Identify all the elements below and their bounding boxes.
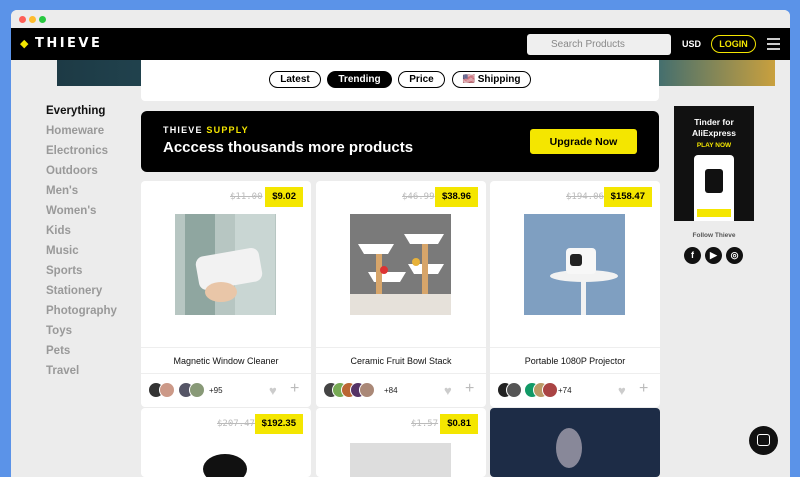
sale-price: $9.02 xyxy=(265,187,303,207)
category-travel[interactable]: Travel xyxy=(46,361,117,381)
original-price: $11.00 xyxy=(230,192,263,202)
sidebar-ad[interactable]: Tinder for AliExpress PLAY NOW xyxy=(674,106,754,221)
product-card[interactable]: $207.47 $192.35 xyxy=(141,408,311,477)
avatar xyxy=(542,382,558,398)
category-stationery[interactable]: Stationery xyxy=(46,281,117,301)
product-title[interactable]: Magnetic Window Cleaner xyxy=(141,347,311,366)
filter-shipping[interactable]: 🇺🇸 Shipping xyxy=(452,71,531,88)
product-card[interactable]: $46.99 $38.96 Ceramic Fruit Bowl Stack +… xyxy=(316,181,486,407)
category-photography[interactable]: Photography xyxy=(46,301,117,321)
product-image[interactable] xyxy=(524,214,625,315)
sale-price: $192.35 xyxy=(254,414,303,434)
category-kids[interactable]: Kids xyxy=(46,221,117,241)
watch-image xyxy=(705,169,723,193)
facebook-icon[interactable]: f xyxy=(684,247,701,264)
close-window-button[interactable] xyxy=(19,16,26,23)
filter-bar: Latest Trending Price 🇺🇸 Shipping xyxy=(141,60,659,101)
product-card[interactable]: $1.57 $0.81 xyxy=(316,408,486,477)
window-titlebar xyxy=(11,10,790,28)
avatar xyxy=(159,382,175,398)
hero-image-strip-right xyxy=(650,60,775,86)
product-image[interactable] xyxy=(175,214,276,315)
category-music[interactable]: Music xyxy=(46,241,117,261)
filter-latest[interactable]: Latest xyxy=(269,71,321,88)
filter-trending[interactable]: Trending xyxy=(327,71,392,88)
heart-icon[interactable]: ♥ xyxy=(269,383,277,398)
minimize-window-button[interactable] xyxy=(29,16,36,23)
plus-icon[interactable]: + xyxy=(465,380,474,398)
search-input[interactable] xyxy=(527,34,671,55)
supply-banner: THIEVE SUPPLY Acccess thousands more pro… xyxy=(141,111,659,172)
heart-icon[interactable]: ♥ xyxy=(444,383,452,398)
category-mens[interactable]: Men's xyxy=(46,181,117,201)
currency-selector[interactable]: USD xyxy=(682,39,701,49)
original-price: $194.06 xyxy=(566,192,604,202)
banner-headline: Acccess thousands more products xyxy=(163,139,414,156)
filter-price[interactable]: Price xyxy=(398,71,445,88)
ad-cta[interactable]: PLAY NOW xyxy=(674,142,754,149)
sale-price: $158.47 xyxy=(603,187,652,207)
ad-line2: AliExpress xyxy=(692,128,736,138)
brand-name: THIEVE xyxy=(34,36,103,51)
category-homeware[interactable]: Homeware xyxy=(46,121,117,141)
saver-count: +74 xyxy=(558,386,572,395)
instagram-icon[interactable]: ◎ xyxy=(726,247,743,264)
product-image[interactable] xyxy=(556,428,582,468)
original-price: $46.99 xyxy=(402,192,435,202)
category-toys[interactable]: Toys xyxy=(46,321,117,341)
chat-icon xyxy=(757,434,770,446)
category-electronics[interactable]: Electronics xyxy=(46,141,117,161)
follow-label: Follow Thieve xyxy=(692,232,736,239)
ad-line1: Tinder for xyxy=(694,117,734,127)
hamburger-menu-icon[interactable] xyxy=(767,38,780,50)
phone-mockup xyxy=(694,155,734,221)
avatar xyxy=(506,382,522,398)
category-womens[interactable]: Women's xyxy=(46,201,117,221)
plus-icon[interactable]: + xyxy=(639,380,648,398)
upgrade-now-button[interactable]: Upgrade Now xyxy=(530,129,637,154)
plus-icon[interactable]: + xyxy=(290,380,299,398)
ad-phone-button xyxy=(697,209,731,217)
product-footer: +95 ♥ + xyxy=(141,373,311,407)
product-title[interactable]: Ceramic Fruit Bowl Stack xyxy=(316,347,486,366)
heart-icon[interactable]: ♥ xyxy=(618,383,626,398)
product-card[interactable]: $194.06 $158.47 Portable 1080P Projector… xyxy=(490,181,660,407)
product-image[interactable] xyxy=(350,214,451,315)
category-pets[interactable]: Pets xyxy=(46,341,117,361)
product-footer: +84 ♥ + xyxy=(316,373,486,407)
banner-brand: THIEVE SUPPLY xyxy=(163,125,249,135)
product-footer: +74 ♥ + xyxy=(490,373,660,407)
product-image[interactable] xyxy=(203,454,247,477)
product-title[interactable]: Portable 1080P Projector xyxy=(490,347,660,366)
category-sidebar: Everything Homeware Electronics Outdoors… xyxy=(46,101,117,381)
maximize-window-button[interactable] xyxy=(39,16,46,23)
product-image[interactable] xyxy=(350,443,451,477)
category-outdoors[interactable]: Outdoors xyxy=(46,161,117,181)
sale-price: $0.81 xyxy=(440,414,478,434)
original-price: $207.47 xyxy=(217,419,255,429)
login-button[interactable]: LOGIN xyxy=(711,35,756,53)
product-card[interactable] xyxy=(490,408,660,477)
chat-bubble-button[interactable] xyxy=(749,426,778,455)
youtube-icon[interactable]: ▶ xyxy=(705,247,722,264)
sale-price: $38.96 xyxy=(434,187,478,207)
category-sports[interactable]: Sports xyxy=(46,261,117,281)
top-navbar: ◆THIEVE USD LOGIN xyxy=(11,28,790,60)
gem-icon: ◆ xyxy=(20,37,31,50)
original-price: $1.57 xyxy=(411,419,439,429)
saver-count: +95 xyxy=(209,386,223,395)
browser-window: ◆THIEVE USD LOGIN Latest Trending Price … xyxy=(11,10,790,477)
logo[interactable]: ◆ THIEVE xyxy=(20,36,102,51)
product-card[interactable]: $11.00 $9.02 Magnetic Window Cleaner +95… xyxy=(141,181,311,407)
avatar xyxy=(189,382,205,398)
saver-count: +84 xyxy=(384,386,398,395)
category-everything[interactable]: Everything xyxy=(46,101,117,121)
avatar xyxy=(359,382,375,398)
